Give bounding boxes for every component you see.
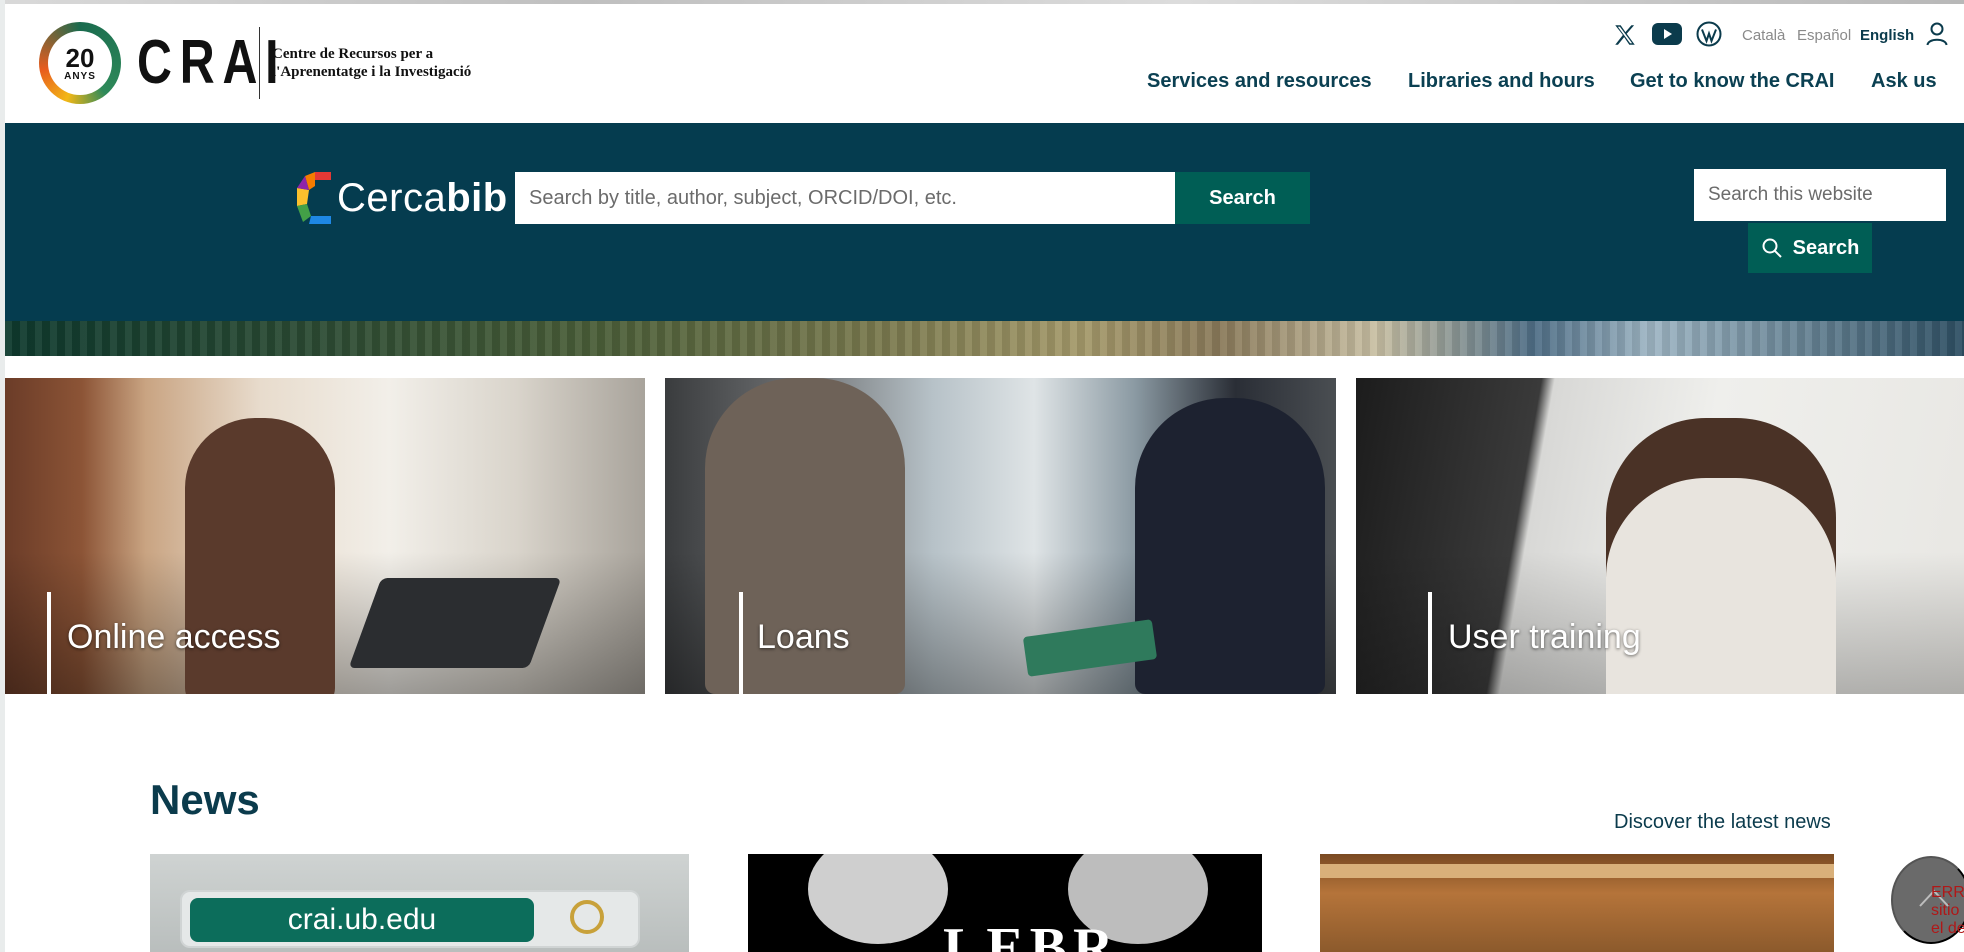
news-card-hand-left	[808, 854, 948, 944]
nav-services-and-resources[interactable]: Services and resources	[1147, 70, 1372, 93]
catalog-search-input[interactable]	[515, 172, 1175, 224]
site-search-button[interactable]: Search	[1748, 223, 1872, 273]
badge-number: 20	[65, 42, 95, 73]
crai-logo[interactable]: 20 ANYS CRAI Centre de Recursos per a l'…	[39, 22, 471, 104]
news-discover-link[interactable]: Discover the latest news	[1614, 811, 1831, 834]
badge-text: ANYS	[64, 70, 96, 82]
catalog-search-button[interactable]: Search	[1175, 172, 1310, 224]
card-accent-rule	[47, 592, 51, 694]
logo-subtitle-line2: l'Aprenentatge i la Investigació	[272, 64, 472, 80]
error-overlay-text: ERR sitio el de	[1931, 884, 1964, 938]
x-icon[interactable]	[1612, 22, 1638, 48]
cercabib-logo[interactable]: Cercabib	[295, 170, 508, 226]
nav-libraries-and-hours[interactable]: Libraries and hours	[1408, 70, 1595, 93]
youtube-icon[interactable]	[1652, 22, 1682, 46]
news-card-3-panel	[1320, 864, 1834, 878]
language-catala[interactable]: Català	[1742, 27, 1785, 44]
user-icon[interactable]	[1926, 22, 1948, 46]
card-photo-librarian	[1135, 398, 1325, 694]
magnifier-icon	[570, 900, 604, 934]
news-heading: News	[150, 776, 260, 823]
error-line-3: el de	[1931, 920, 1964, 937]
logo-subtitle: Centre de Recursos per a l'Aprenentatge …	[272, 45, 471, 81]
news-card-1[interactable]: crai.ub.edu	[150, 854, 689, 952]
card-label: Online access	[67, 618, 281, 656]
language-espanol[interactable]: Español	[1797, 27, 1851, 44]
news-card-2[interactable]: LEBR	[748, 854, 1262, 952]
site-search-button-label: Search	[1792, 236, 1860, 259]
cercabib-wordmark-bold: bib	[446, 175, 508, 220]
banner-photo-strip	[5, 321, 1964, 356]
card-loans[interactable]: Loans	[665, 378, 1336, 694]
card-label: Loans	[757, 618, 850, 656]
cercabib-wordmark-light: Cerca	[337, 175, 447, 220]
card-user-training[interactable]: User training	[1356, 378, 1964, 694]
error-line-1: ERR	[1931, 884, 1964, 901]
card-online-access[interactable]: Online access	[5, 378, 645, 694]
card-label: User training	[1448, 618, 1641, 656]
crai-wordmark: CRAI	[137, 28, 287, 97]
error-line-2: sitio	[1931, 902, 1960, 919]
window-left-edge	[0, 0, 5, 952]
card-accent-rule	[1428, 592, 1432, 694]
cercabib-mark-icon	[297, 172, 331, 224]
language-english[interactable]: English	[1860, 27, 1914, 44]
logo-subtitle-line1: Centre de Recursos per a	[272, 46, 434, 62]
news-card-2-text: LEBR	[943, 917, 1120, 952]
news-card-url-bar: crai.ub.edu	[180, 890, 640, 948]
news-card-3[interactable]	[1320, 854, 1834, 952]
nav-ask-us[interactable]: Ask us	[1871, 70, 1937, 93]
card-photo-laptop	[348, 578, 562, 668]
wordpress-icon[interactable]	[1696, 21, 1722, 47]
search-icon	[1762, 238, 1782, 258]
card-accent-rule	[739, 592, 743, 694]
anniversary-badge: 20 ANYS	[39, 22, 121, 104]
news-card-url-text: crai.ub.edu	[190, 898, 534, 942]
site-search-input[interactable]	[1694, 169, 1946, 221]
nav-get-to-know-the-crai[interactable]: Get to know the CRAI	[1630, 70, 1834, 93]
cercabib-wordmark: Cercabib	[337, 176, 508, 221]
